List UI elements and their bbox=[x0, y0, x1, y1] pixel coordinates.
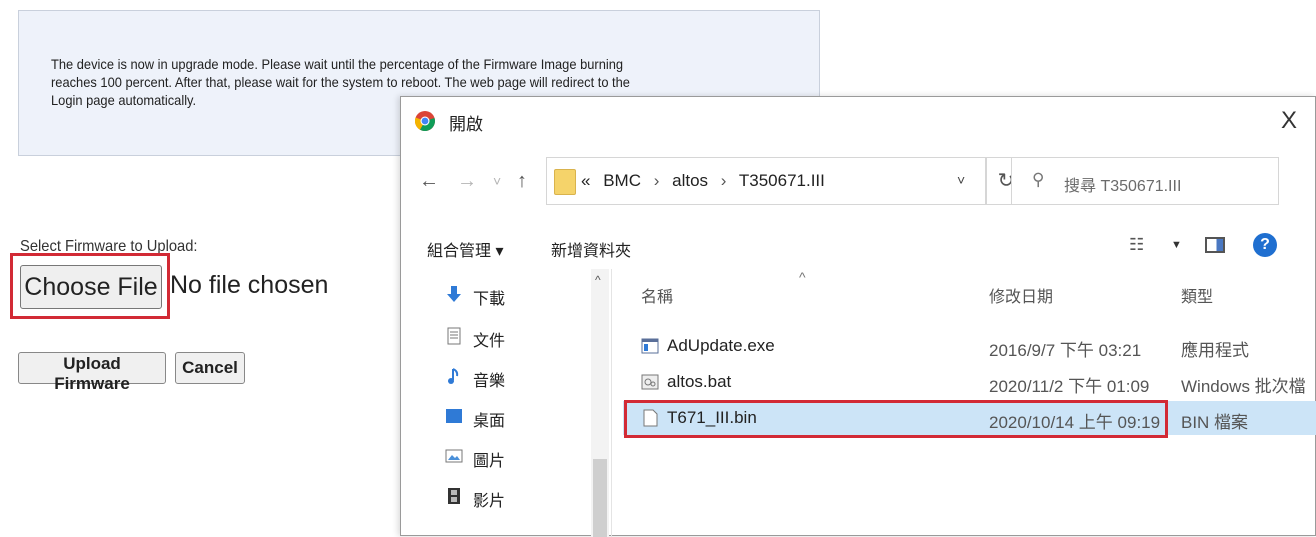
pictures-icon bbox=[445, 449, 463, 463]
preview-pane-icon[interactable] bbox=[1205, 237, 1225, 253]
download-icon bbox=[447, 286, 461, 302]
search-icon: ⚲ bbox=[1032, 170, 1045, 189]
folder-icon bbox=[554, 169, 576, 195]
sidebar-item-label: 影片 bbox=[473, 493, 506, 510]
chevron-down-icon[interactable]: ˅ bbox=[957, 172, 965, 188]
choose-file-button[interactable]: Choose File bbox=[20, 265, 162, 309]
sidebar-item-label: 桌面 bbox=[473, 413, 506, 430]
view-dropdown-icon[interactable]: ▼ bbox=[1171, 239, 1182, 251]
file-type: 應用程式 bbox=[1181, 341, 1249, 360]
search-field[interactable]: ⚲ 搜尋 T350671.III bbox=[1011, 157, 1279, 205]
chevron-right-icon: › bbox=[653, 171, 660, 190]
file-name: altos.bat bbox=[667, 372, 732, 391]
recent-locations-icon[interactable]: ˅ bbox=[493, 169, 501, 193]
breadcrumb: « BMC › altos › T350671.III bbox=[581, 171, 825, 191]
breadcrumb-current-folder[interactable]: T350671.III bbox=[739, 171, 825, 190]
new-folder-button[interactable]: 新增資料夾 bbox=[551, 237, 631, 261]
file-type: BIN 檔案 bbox=[1181, 413, 1249, 432]
file-row-adupdate[interactable]: AdUpdate.exe 2016/9/7 下午 03:21 應用程式 bbox=[623, 329, 1316, 363]
videos-icon bbox=[448, 488, 460, 504]
chrome-icon bbox=[415, 111, 435, 131]
file-name: AdUpdate.exe bbox=[667, 336, 775, 355]
chevron-right-icon: › bbox=[720, 171, 727, 190]
file-row-altos-bat[interactable]: altos.bat 2020/11/2 下午 01:09 Windows 批次檔 bbox=[623, 365, 1316, 399]
breadcrumb-bmc[interactable]: BMC bbox=[603, 171, 641, 190]
bat-icon bbox=[641, 374, 659, 390]
view-options-icon[interactable]: ☷ bbox=[1129, 235, 1144, 255]
dialog-title: 開啟 bbox=[449, 115, 483, 134]
scroll-up-icon[interactable]: ^ bbox=[595, 273, 601, 287]
organize-menu[interactable]: 組合管理 ▾ bbox=[427, 237, 503, 261]
no-file-chosen-text: No file chosen bbox=[170, 271, 329, 299]
back-arrow-icon[interactable]: ← bbox=[419, 169, 439, 193]
upload-firmware-button[interactable]: Upload Firmware bbox=[18, 352, 166, 393]
breadcrumb-altos[interactable]: altos bbox=[672, 171, 708, 190]
open-file-dialog: 開啟 X ← → ˅ ↑ « BMC › altos › T350671.III… bbox=[400, 96, 1316, 537]
sidebar-item-label: 音樂 bbox=[473, 373, 506, 390]
forward-arrow-icon[interactable]: → bbox=[457, 169, 477, 193]
file-type: Windows 批次檔 bbox=[1181, 377, 1306, 396]
navigation-pane: 下載 文件 音樂 桌面 圖片 影片 ^ bbox=[401, 269, 612, 537]
column-header-name[interactable]: 名稱 bbox=[641, 283, 673, 307]
sidebar-item-label: 下載 bbox=[473, 291, 506, 308]
selected-file-highlight bbox=[624, 400, 1168, 438]
desktop-icon bbox=[446, 409, 462, 423]
music-icon bbox=[448, 368, 459, 384]
column-header-modified[interactable]: 修改日期 bbox=[989, 283, 1053, 307]
sidebar-scroll-thumb[interactable] bbox=[593, 459, 607, 537]
cancel-button[interactable]: Cancel bbox=[175, 352, 245, 384]
up-arrow-icon[interactable]: ↑ bbox=[517, 169, 527, 193]
help-icon[interactable]: ? bbox=[1253, 233, 1277, 257]
file-modified: 2020/11/2 下午 01:09 bbox=[989, 377, 1150, 396]
search-placeholder: 搜尋 T350671.III bbox=[1064, 178, 1182, 195]
breadcrumb-overflow[interactable]: « bbox=[581, 171, 590, 190]
document-icon bbox=[447, 327, 461, 345]
file-modified: 2016/9/7 下午 03:21 bbox=[989, 341, 1142, 360]
close-icon[interactable]: X bbox=[1269, 103, 1309, 139]
exe-icon bbox=[641, 338, 659, 354]
sort-ascending-icon: ^ bbox=[799, 269, 806, 285]
sidebar-item-label: 文件 bbox=[473, 333, 506, 350]
column-header-type[interactable]: 類型 bbox=[1181, 283, 1213, 307]
address-bar[interactable]: « BMC › altos › T350671.III ˅ bbox=[546, 157, 986, 205]
sidebar-item-label: 圖片 bbox=[473, 453, 506, 470]
